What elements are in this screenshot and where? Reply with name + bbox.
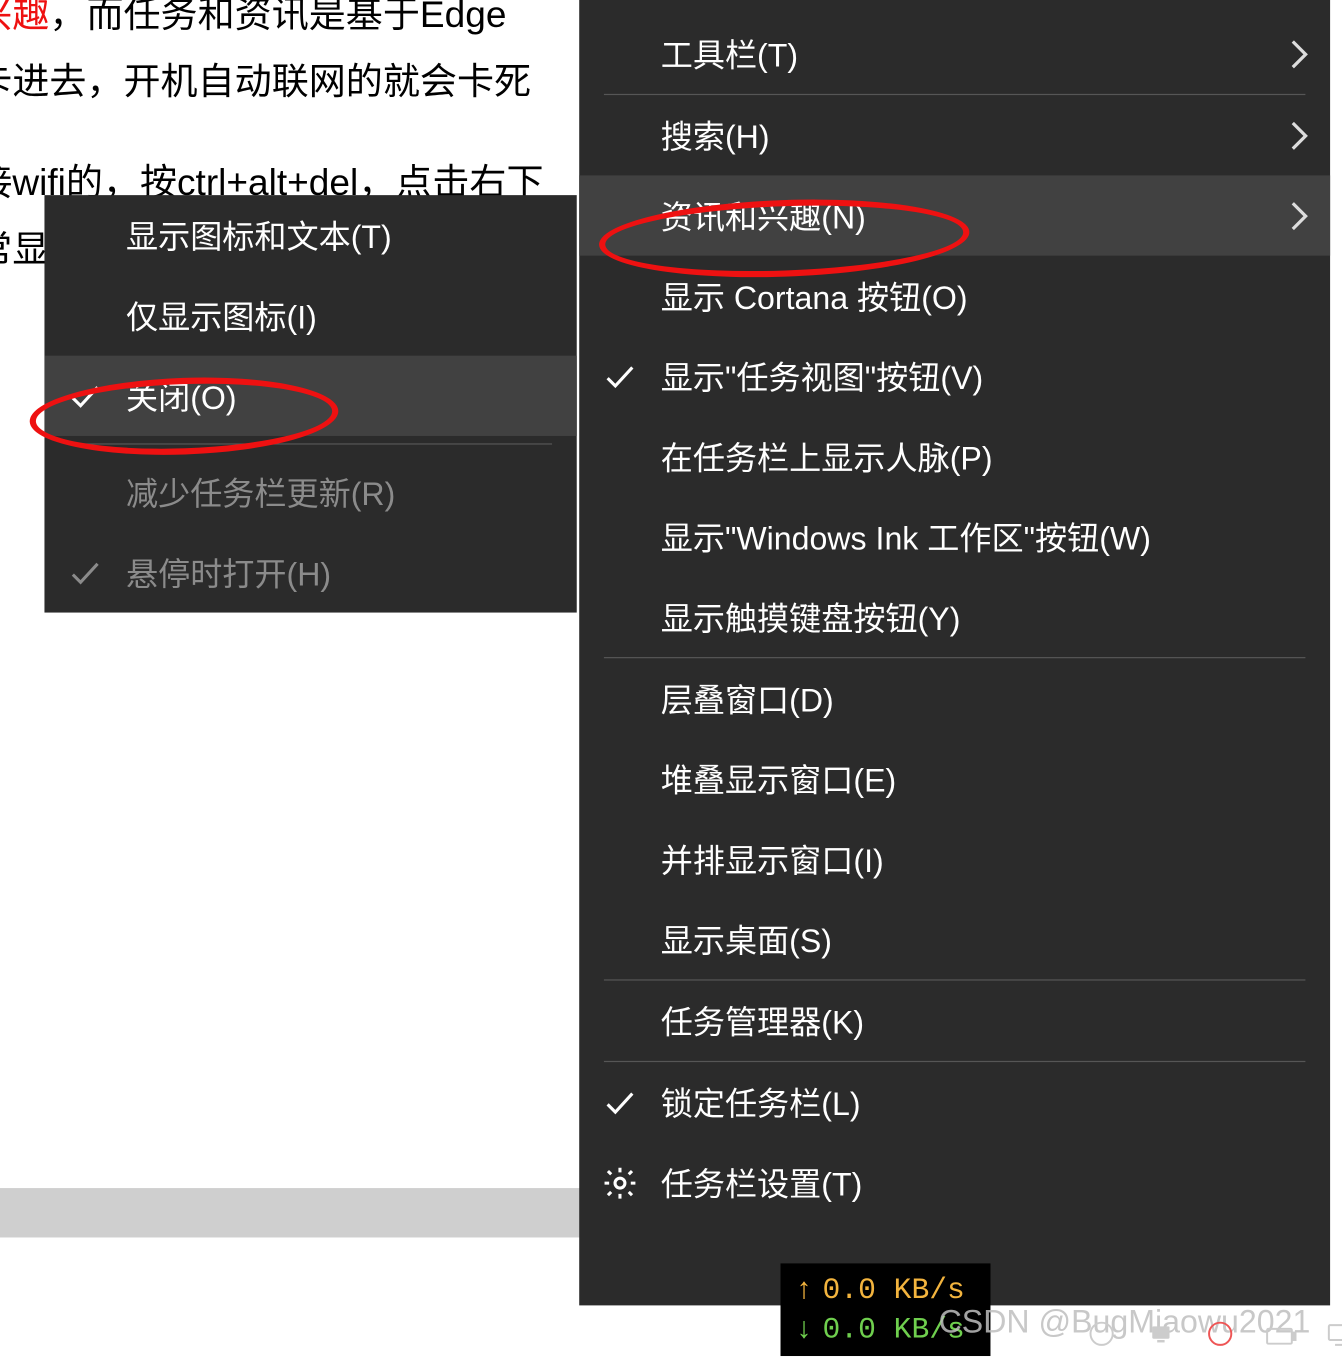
menu-news-and-interests[interactable]: 资讯和兴趣(N) (579, 175, 1330, 255)
menu-item-label: 资讯和兴趣(N) (661, 193, 866, 239)
menu-show-windows-ink[interactable]: 显示"Windows Ink 工作区"按钮(W) (579, 496, 1330, 576)
menu-item-label: 任务栏设置(T) (661, 1160, 863, 1206)
menu-item-label: 显示 Cortana 按钮(O) (661, 273, 968, 319)
tray-icon[interactable] (1326, 1320, 1342, 1347)
menu-toolbars[interactable]: 工具栏(T) (579, 14, 1330, 94)
submenu-show-icon-only[interactable]: 仅显示图标(I) (44, 275, 576, 355)
tray-icon[interactable] (1087, 1319, 1117, 1349)
arrow-up-icon: ↑ (793, 1274, 815, 1307)
menu-stack-windows[interactable]: 堆叠显示窗口(E) (579, 739, 1330, 819)
tray-icon[interactable] (1265, 1319, 1297, 1349)
menu-item-label: 仅显示图标(I) (126, 293, 317, 339)
menu-taskbar-settings[interactable]: 任务栏设置(T) (579, 1142, 1330, 1222)
tray-icon[interactable] (1205, 1319, 1235, 1349)
menu-item-label: 并排显示窗口(I) (661, 836, 884, 882)
system-tray (1087, 1319, 1342, 1349)
chevron-right-icon (1288, 199, 1310, 231)
menu-item-label: 关闭(O) (126, 373, 237, 419)
bg-line-1: 兴趣，而任务和资讯是基于Edge (0, 0, 506, 49)
menu-item-label: 悬停时打开(H) (126, 550, 331, 596)
check-icon (67, 377, 104, 414)
menu-item-label: 搜索(H) (661, 112, 770, 158)
check-icon (601, 358, 638, 395)
menu-item-label: 减少任务栏更新(R) (126, 469, 395, 515)
gear-icon (601, 1164, 638, 1201)
tray-icon[interactable] (1146, 1319, 1176, 1349)
menu-item-label: 显示触摸键盘按钮(Y) (661, 594, 961, 640)
menu-separator (69, 443, 552, 444)
menu-item-label: 层叠窗口(D) (661, 676, 834, 722)
menu-item-label: 工具栏(T) (661, 31, 798, 77)
news-interests-submenu: 显示图标和文本(T) 仅显示图标(I) 关闭(O) 减少任务栏更新(R) 悬停时… (44, 195, 576, 612)
check-icon (601, 1084, 638, 1121)
submenu-turn-off[interactable]: 关闭(O) (44, 356, 576, 436)
menu-item-label: 锁定任务栏(L) (661, 1079, 861, 1125)
submenu-show-icon-and-text[interactable]: 显示图标和文本(T) (44, 195, 576, 275)
menu-show-touch-keyboard[interactable]: 显示触摸键盘按钮(Y) (579, 577, 1330, 657)
menu-show-desktop[interactable]: 显示桌面(S) (579, 899, 1330, 979)
menu-item-label: 在任务栏上显示人脉(P) (661, 433, 993, 479)
menu-item-label: 显示"任务视图"按钮(V) (661, 353, 983, 399)
menu-show-task-view-button[interactable]: 显示"任务视图"按钮(V) (579, 336, 1330, 416)
arrow-down-icon: ↓ (793, 1313, 815, 1346)
menu-item-label: 显示桌面(S) (661, 916, 832, 962)
menu-item-label: 显示图标和文本(T) (126, 212, 392, 258)
submenu-reduce-updates: 减少任务栏更新(R) (44, 452, 576, 532)
menu-item-label: 显示"Windows Ink 工作区"按钮(W) (661, 514, 1151, 560)
menu-lock-taskbar[interactable]: 锁定任务栏(L) (579, 1062, 1330, 1142)
menu-task-manager[interactable]: 任务管理器(K) (579, 981, 1330, 1061)
menu-search[interactable]: 搜索(H) (579, 95, 1330, 175)
menu-item-label: 任务管理器(K) (661, 998, 864, 1044)
check-icon (67, 554, 104, 591)
chevron-right-icon (1288, 38, 1310, 70)
menu-side-by-side-windows[interactable]: 并排显示窗口(I) (579, 819, 1330, 899)
menu-item-label: 堆叠显示窗口(E) (661, 756, 896, 802)
menu-cascade-windows[interactable]: 层叠窗口(D) (579, 658, 1330, 738)
taskbar-context-menu: 工具栏(T) 搜索(H) 资讯和兴趣(N) 显示 Cortana 按钮(O) (579, 0, 1330, 1305)
bg-line-2: 卡进去，开机自动联网的就会卡死 (0, 49, 531, 116)
submenu-open-on-hover: 悬停时打开(H) (44, 532, 576, 612)
menu-show-cortana-button[interactable]: 显示 Cortana 按钮(O) (579, 256, 1330, 336)
menu-show-people[interactable]: 在任务栏上显示人脉(P) (579, 416, 1330, 496)
bg-line-3b: 常显 (0, 217, 49, 284)
background-strip (0, 1188, 580, 1237)
chevron-right-icon (1288, 119, 1310, 151)
